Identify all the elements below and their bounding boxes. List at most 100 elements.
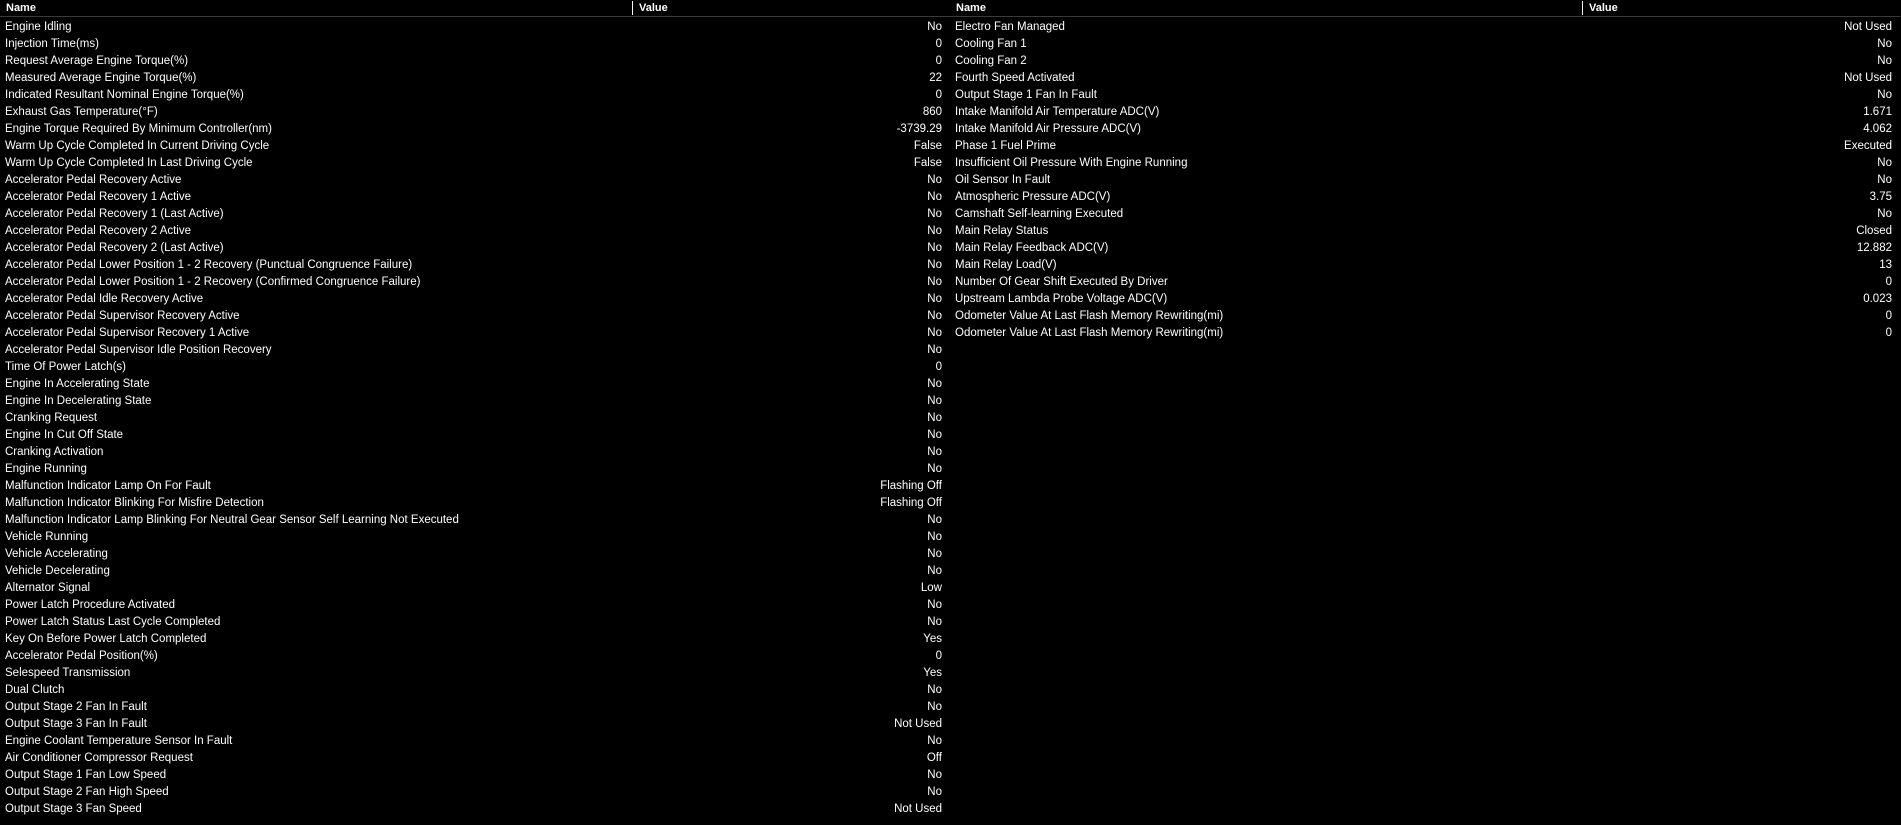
parameter-value: 4.062 [1863,123,1892,135]
parameter-value: Not Used [1844,72,1892,84]
parameter-name: Engine In Decelerating State [5,395,152,407]
table-row[interactable]: Cranking Request No [0,411,950,428]
parameter-value: No [927,293,942,305]
parameter-value: 12.882 [1856,242,1892,254]
table-row[interactable]: Accelerator Pedal Recovery 2 Active No [0,224,950,241]
table-row[interactable]: Request Average Engine Torque(%) 0 [0,54,950,71]
table-row[interactable]: Output Stage 1 Fan Low Speed No [0,768,950,785]
table-row[interactable]: Accelerator Pedal Supervisor Recovery Ac… [0,309,950,326]
table-row[interactable]: Electro Fan Managed Not Used [950,20,1900,37]
parameter-value: 0 [935,361,942,373]
table-row[interactable]: Accelerator Pedal Recovery 1 Active No [0,190,950,207]
table-row[interactable]: Selespeed Transmission Yes [0,666,950,683]
table-row[interactable]: Intake Manifold Air Pressure ADC(V) 4.062 [950,122,1900,139]
parameter-value: No [1877,38,1892,50]
table-row[interactable]: Measured Average Engine Torque(%) 22 [0,71,950,88]
table-row[interactable]: Vehicle Decelerating No [0,564,950,581]
parameter-name: Atmospheric Pressure ADC(V) [955,191,1111,203]
table-row[interactable]: Time Of Power Latch(s) 0 [0,360,950,377]
table-row[interactable]: Vehicle Running No [0,530,950,547]
table-row[interactable]: Air Conditioner Compressor Request Off [0,751,950,768]
table-row[interactable]: Accelerator Pedal Supervisor Recovery 1 … [0,326,950,343]
table-row[interactable]: Engine In Accelerating State No [0,377,950,394]
table-row[interactable]: Output Stage 2 Fan In Fault No [0,700,950,717]
table-row[interactable]: Cooling Fan 1 No [950,37,1900,54]
column-resize-handle[interactable] [632,1,633,15]
table-row[interactable]: Cooling Fan 2 No [950,54,1900,71]
parameter-value: No [927,446,942,458]
table-row[interactable]: Intake Manifold Air Temperature ADC(V) 1.… [950,105,1900,122]
parameter-name: Accelerator Pedal Supervisor Recovery 1 … [5,327,250,339]
table-row[interactable]: Key On Before Power Latch Completed Yes [0,632,950,649]
table-row[interactable]: Cranking Activation No [0,445,950,462]
table-row[interactable]: Accelerator Pedal Lower Position 1 - 2 R… [0,258,950,275]
table-row[interactable]: Accelerator Pedal Recovery 2 (Last Activ… [0,241,950,258]
table-row[interactable]: Camshaft Self-learning Executed No [950,207,1900,224]
table-row[interactable]: Output Stage 1 Fan In Fault No [950,88,1900,105]
table-row[interactable]: Accelerator Pedal Supervisor Idle Positi… [0,343,950,360]
table-row[interactable]: Insufficient Oil Pressure With Engine Ru… [950,156,1900,173]
table-row[interactable]: Engine Torque Required By Minimum Contro… [0,122,950,139]
parameter-value: No [927,701,942,713]
table-row[interactable]: Main Relay Status Closed [950,224,1900,241]
table-row[interactable]: Accelerator Pedal Idle Recovery Active No [0,292,950,309]
parameter-name: Output Stage 2 Fan In Fault [5,701,147,713]
table-row[interactable]: Engine In Cut Off State No [0,428,950,445]
value-column-header[interactable]: Value [639,0,668,16]
parameter-value: Closed [1856,225,1892,237]
parameter-name: Accelerator Pedal Recovery 2 (Last Activ… [5,242,224,254]
table-row[interactable]: Upstream Lambda Probe Voltage ADC(V) 0.02… [950,292,1900,309]
table-row[interactable]: Output Stage 3 Fan In Fault Not Used [0,717,950,734]
table-row[interactable]: Output Stage 3 Fan Speed Not Used [0,802,950,819]
name-column-header[interactable]: Name [956,0,986,16]
table-row[interactable]: Accelerator Pedal Lower Position 1 - 2 R… [0,275,950,292]
table-row[interactable]: Engine Idling No [0,20,950,37]
table-row[interactable]: Malfunction Indicator Lamp Blinking For … [0,513,950,530]
table-row[interactable]: Vehicle Accelerating No [0,547,950,564]
parameter-name: Accelerator Pedal Recovery 2 Active [5,225,192,237]
parameter-name: Malfunction Indicator Lamp On For Fault [5,480,211,492]
table-row[interactable]: Indicated Resultant Nominal Engine Torqu… [0,88,950,105]
table-row[interactable]: Odometer Value At Last Flash Memory Rewr… [950,326,1900,343]
table-row[interactable]: Malfunction Indicator Lamp On For Fault F… [0,479,950,496]
table-row[interactable]: Number Of Gear Shift Executed By Driver 0 [950,275,1900,292]
table-row[interactable]: Accelerator Pedal Position(%) 0 [0,649,950,666]
table-row[interactable]: Alternator Signal Low [0,581,950,598]
table-row[interactable]: Injection Time(ms) 0 [0,37,950,54]
table-row[interactable]: Output Stage 2 Fan High Speed No [0,785,950,802]
table-row[interactable]: Main Relay Load(V) 13 [950,258,1900,275]
parameter-value: Flashing Off [880,497,942,509]
table-row[interactable]: Oil Sensor In Fault No [950,173,1900,190]
value-column-header[interactable]: Value [1589,0,1618,16]
table-row[interactable]: Warm Up Cycle Completed In Current Drivi… [0,139,950,156]
column-resize-handle[interactable] [1582,1,1583,15]
parameter-value: 0 [935,38,942,50]
table-row[interactable]: Accelerator Pedal Recovery Active No [0,173,950,190]
left-table-body: Engine Idling No Injection Time(ms) 0 Reques… [0,20,950,819]
table-row[interactable]: Exhaust Gas Temperature(°F) 860 [0,105,950,122]
table-row[interactable]: Fourth Speed Activated Not Used [950,71,1900,88]
parameter-value: False [913,157,942,169]
table-row[interactable]: Phase 1 Fuel Prime Executed [950,139,1900,156]
table-row[interactable]: Atmospheric Pressure ADC(V) 3.75 [950,190,1900,207]
table-row[interactable]: Odometer Value At Last Flash Memory Rewr… [950,309,1900,326]
parameter-value: 0 [1885,310,1892,322]
table-row[interactable]: Warm Up Cycle Completed In Last Driving … [0,156,950,173]
parameter-value: No [927,514,942,526]
parameter-name: Engine In Accelerating State [5,378,150,390]
table-row[interactable]: Engine Coolant Temperature Sensor In Fau… [0,734,950,751]
name-column-header[interactable]: Name [6,0,36,16]
table-row[interactable]: Engine Running No [0,462,950,479]
table-row[interactable]: Engine In Decelerating State No [0,394,950,411]
table-row[interactable]: Power Latch Status Last Cycle Completed N… [0,615,950,632]
table-row[interactable]: Dual Clutch No [0,683,950,700]
parameter-name: Number Of Gear Shift Executed By Driver [955,276,1168,288]
table-row[interactable]: Main Relay Feedback ADC(V) 12.882 [950,241,1900,258]
right-data-table: Name Value Electro Fan Managed Not Used Co… [950,0,1900,339]
parameter-name: Accelerator Pedal Recovery Active [5,174,182,186]
parameter-value: -3739.29 [896,123,942,135]
table-row[interactable]: Malfunction Indicator Blinking For Misfi… [0,496,950,513]
table-row[interactable]: Power Latch Procedure Activated No [0,598,950,615]
table-row[interactable]: Accelerator Pedal Recovery 1 (Last Activ… [0,207,950,224]
parameter-name: Cooling Fan 2 [955,55,1027,67]
